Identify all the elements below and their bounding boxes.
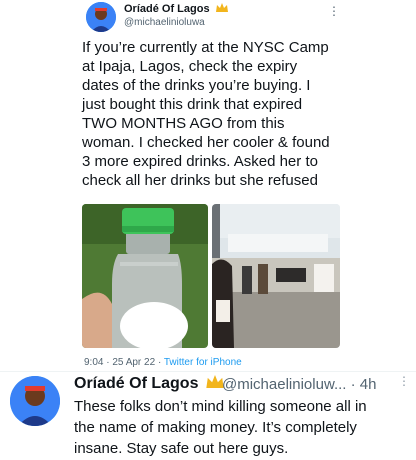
reply-avatar[interactable] — [10, 376, 60, 426]
tweet-image-market[interactable] — [212, 204, 340, 348]
divider — [0, 371, 416, 372]
more-icon[interactable]: ⋮ — [328, 4, 341, 18]
author-avatar[interactable] — [86, 2, 116, 32]
author-handle[interactable]: @michaelinioluwa — [124, 17, 205, 28]
more-icon[interactable]: ⋮ — [398, 374, 410, 388]
reply-author-name[interactable]: Oríadé Of Lagos — [74, 375, 224, 393]
reply-author-name-text[interactable]: Oríadé Of Lagos — [74, 375, 198, 392]
author-name[interactable]: Oríadé Of Lagos — [124, 3, 228, 15]
crown-icon — [215, 3, 228, 15]
tweet-meta: 9:04 · 25 Apr 22 · Twitter for iPhone — [84, 357, 242, 368]
tweet-timestamp[interactable]: 9:04 · 25 Apr 22 · — [84, 357, 164, 368]
author-name-text[interactable]: Oríadé Of Lagos — [124, 3, 210, 15]
tweet-text: If you’re currently at the NYSC Camp at … — [82, 39, 330, 189]
reply-author-handle[interactable]: @michaelinioluw... · 4h — [222, 376, 376, 393]
reply-text: These folks don’t mind killing someone a… — [74, 398, 367, 457]
tweet-image-bottle[interactable] — [82, 204, 208, 348]
tweet-source[interactable]: Twitter for iPhone — [164, 357, 242, 368]
